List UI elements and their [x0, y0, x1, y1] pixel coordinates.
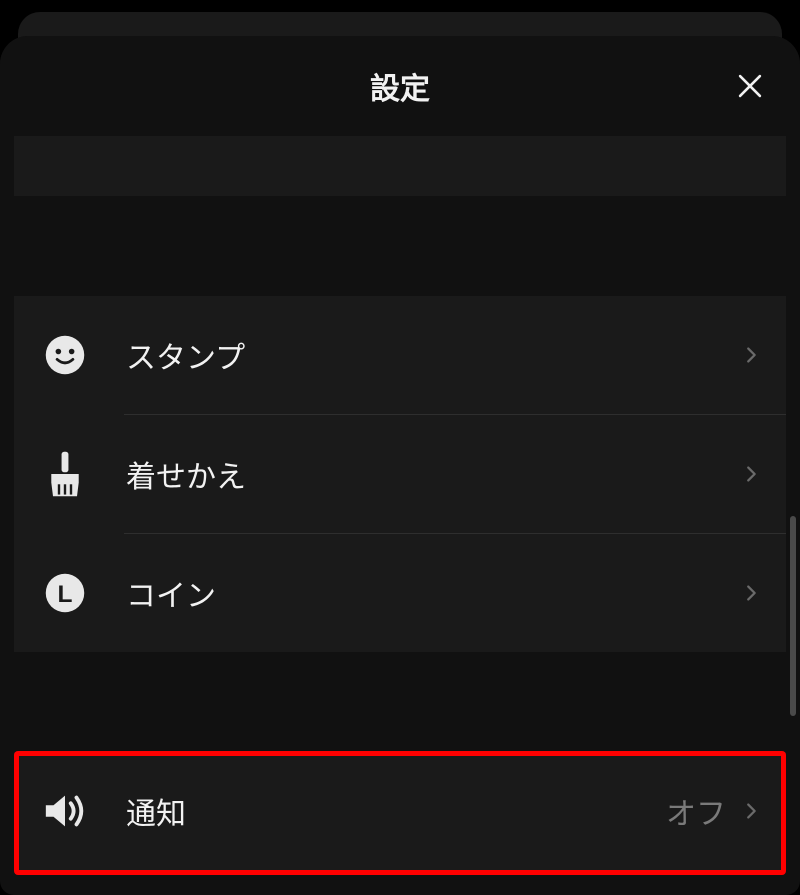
smiley-icon	[42, 332, 88, 378]
svg-text:L: L	[58, 581, 73, 608]
chevron-right-icon	[740, 344, 762, 366]
shop-section: スタンプ	[14, 296, 786, 652]
scrollbar[interactable]	[790, 516, 796, 716]
row-value: オフ	[666, 789, 726, 833]
settings-row-theme[interactable]: 着せかえ	[14, 415, 786, 533]
settings-sheet: 設定	[0, 36, 800, 895]
row-label: 着せかえ	[126, 452, 740, 496]
close-button[interactable]	[728, 64, 772, 108]
brush-icon	[42, 451, 88, 497]
row-label: スタンプ	[126, 333, 740, 377]
section-gap	[0, 652, 800, 752]
app-screen: 設定	[0, 0, 800, 895]
sheet-header: 設定	[0, 36, 800, 136]
previous-section-partial	[14, 136, 786, 196]
settings-content: スタンプ	[0, 136, 800, 895]
row-label: 通知	[126, 789, 666, 833]
settings-row-coin[interactable]: L コイン	[14, 534, 786, 652]
page-title: 設定	[370, 64, 430, 108]
chevron-right-icon	[740, 800, 762, 822]
chevron-right-icon	[740, 463, 762, 485]
settings-row-notifications[interactable]: 通知 オフ	[14, 752, 786, 870]
general-section: 通知 オフ	[14, 752, 786, 870]
row-label: コイン	[126, 571, 740, 615]
section-gap	[0, 196, 800, 296]
speaker-icon	[42, 788, 88, 834]
settings-row-stamp[interactable]: スタンプ	[14, 296, 786, 414]
coin-icon: L	[42, 570, 88, 616]
close-icon	[733, 69, 767, 103]
chevron-right-icon	[740, 582, 762, 604]
